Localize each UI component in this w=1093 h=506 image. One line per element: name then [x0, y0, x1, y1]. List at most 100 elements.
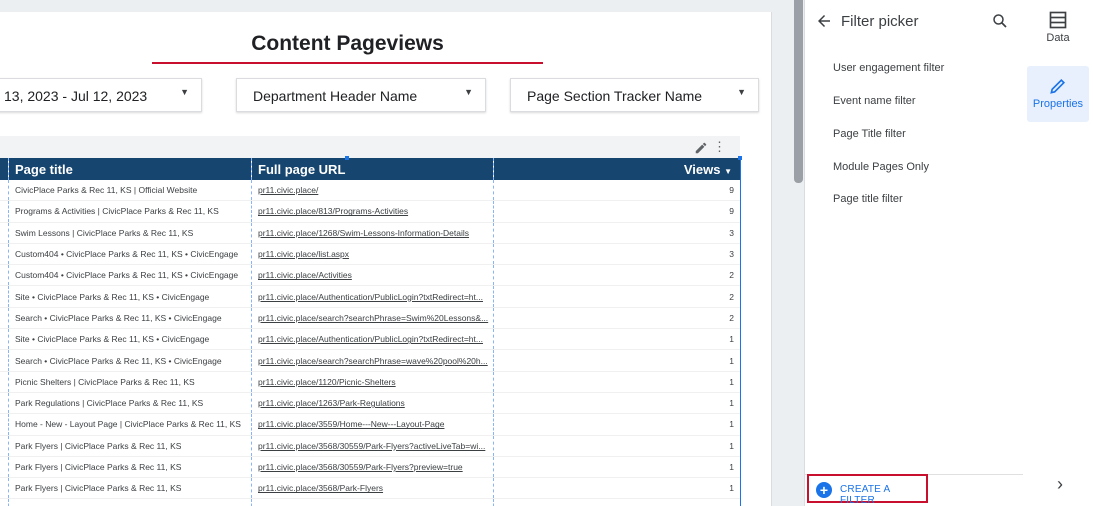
page-section-filter-label: Page Section Tracker Name: [527, 88, 703, 104]
table-row[interactable]: Park Flyers | CivicPlace Parks & Rec 11,…: [0, 435, 740, 457]
report-canvas: Content Pageviews 13, 2023 - Jul 12, 202…: [0, 12, 772, 506]
cell-full-page-url[interactable]: pr11.civic.place/list.aspx: [251, 243, 494, 266]
filter-item-user-engagement[interactable]: User engagement filter: [833, 62, 944, 74]
tab-properties-label: Properties: [1032, 98, 1084, 110]
table-row[interactable]: CivicPlace Parks & Rec 11, KS | Official…: [0, 180, 740, 202]
department-filter-dropdown[interactable]: Department Header Name ▼: [236, 78, 486, 112]
filter-picker-panel: Filter picker User engagement filter Eve…: [804, 0, 1024, 506]
caret-down-icon: ▼: [737, 87, 746, 97]
cell-page-title: Swim Lessons | CivicPlace Parks & Rec 11…: [8, 222, 252, 244]
cell-page-title: Park Flyers | CivicPlace Parks & Rec 11,…: [8, 456, 252, 479]
cell-views: 2: [493, 285, 740, 308]
row-selector-cell: [0, 371, 9, 393]
vertical-scrollbar[interactable]: [794, 0, 803, 183]
create-filter-button[interactable]: + CREATE A FILTER: [807, 474, 928, 506]
tab-properties[interactable]: Properties: [1027, 66, 1089, 122]
caret-down-icon: ▼: [464, 87, 473, 97]
date-range-control[interactable]: 13, 2023 - Jul 12, 2023 ▼: [0, 78, 202, 112]
cell-full-page-url[interactable]: pr11.civic.place/1263/Park-Regulations: [251, 392, 494, 415]
add-circle-icon: +: [816, 482, 832, 498]
cell-full-page-url[interactable]: pr11.civic.place/1268/Swim-Lessons-Infor…: [251, 222, 494, 244]
cell-views: 1: [493, 413, 740, 436]
cell-full-page-url[interactable]: pr11.civic.place/search?searchPhrase=Swi…: [251, 307, 494, 330]
cell-page-title: Custom404 • CivicPlace Parks & Rec 11, K…: [8, 243, 252, 266]
cell-full-page-url[interactable]: pr11.civic.place/3568/30559/Park-Flyers?…: [251, 435, 494, 457]
selection-handle[interactable]: [345, 156, 349, 160]
selection-handle[interactable]: [738, 156, 742, 160]
cell-full-page-url[interactable]: pr11.civic.place/3559/Home---New---Layou…: [251, 413, 494, 436]
row-selector-cell: [0, 307, 9, 330]
cell-views: 2: [493, 264, 740, 287]
page-section-filter-dropdown[interactable]: Page Section Tracker Name ▼: [510, 78, 759, 112]
tab-data[interactable]: Data: [1027, 10, 1089, 54]
title-underline: [152, 62, 543, 64]
create-filter-label: CREATE A FILTER: [840, 484, 890, 506]
row-selector-cell: [0, 477, 9, 500]
table-row[interactable]: Park Regulations | CivicPlace Parks & Re…: [0, 392, 740, 415]
row-selector-cell: [0, 200, 9, 223]
arrow-back-icon[interactable]: [815, 12, 833, 30]
cell-full-page-url[interactable]: pr11.civic.place/Authentication/PublicLo…: [251, 328, 494, 351]
cell-full-page-url[interactable]: pr11.civic.place/3568/30559/Park-Flyers?…: [251, 456, 494, 479]
cell-full-page-url[interactable]: pr11.civic.place/Activities: [251, 264, 494, 287]
cell-full-page-url[interactable]: pr11.civic.place/: [251, 180, 494, 202]
cell-full-page-url[interactable]: pr11.civic.place/813/Programs-Activities: [251, 200, 494, 223]
cell-views: 9: [493, 200, 740, 223]
search-icon[interactable]: [991, 12, 1009, 30]
cell-page-title: Site • CivicPlace Parks & Rec 11, KS • C…: [8, 285, 252, 308]
cell-full-page-url[interactable]: pr11.civic.place/850/Boating: [251, 498, 494, 506]
row-selector-cell: [0, 435, 9, 457]
table-row[interactable]: Site • CivicPlace Parks & Rec 11, KS • C…: [0, 328, 740, 351]
cell-views: 1: [493, 371, 740, 393]
row-selector-header: [0, 158, 9, 180]
filter-item-event-name[interactable]: Event name filter: [833, 95, 916, 107]
cell-views: 3: [493, 243, 740, 266]
cell-page-title: Picnic Shelters | CivicPlace Parks & Rec…: [8, 371, 252, 393]
row-selector-cell: [0, 243, 9, 266]
cell-page-title: Site • CivicPlace Parks & Rec 11, KS • C…: [8, 328, 252, 351]
more-vert-icon[interactable]: ⋮: [713, 140, 726, 154]
column-header-views[interactable]: Views ▼: [493, 158, 740, 180]
cell-full-page-url[interactable]: pr11.civic.place/search?searchPhrase=wav…: [251, 349, 494, 372]
panel-title: Filter picker: [841, 13, 919, 30]
table-toolbar: ⋮: [0, 136, 740, 158]
table-row[interactable]: Swim Lessons | CivicPlace Parks & Rec 11…: [0, 222, 740, 244]
row-selector-cell: [0, 222, 9, 244]
filter-item-page-title-lower[interactable]: Page title filter: [833, 193, 903, 205]
cell-page-title: Home - New - Layout Page | CivicPlace Pa…: [8, 413, 252, 436]
cell-page-title: Search • CivicPlace Parks & Rec 11, KS •…: [8, 307, 252, 330]
cell-page-title: Park Regulations | CivicPlace Parks & Re…: [8, 392, 252, 415]
table-row[interactable]: Search • CivicPlace Parks & Rec 11, KS •…: [0, 349, 740, 372]
row-selector-cell: [0, 328, 9, 351]
table-row[interactable]: Park Flyers | CivicPlace Parks & Rec 11,…: [0, 456, 740, 479]
table-row[interactable]: Programs & Activities | CivicPlace Parks…: [0, 200, 740, 223]
filter-item-module-pages-only[interactable]: Module Pages Only: [833, 161, 929, 173]
cell-full-page-url[interactable]: pr11.civic.place/1120/Picnic-Shelters: [251, 371, 494, 393]
cell-views: 1: [493, 477, 740, 500]
report-title: Content Pageviews: [251, 32, 444, 55]
table-row[interactable]: Site • CivicPlace Parks & Rec 11, KS • C…: [0, 285, 740, 308]
table-row[interactable]: Boating | CivicPlace Parks & Rec 11, KSp…: [0, 498, 740, 506]
table-row[interactable]: Custom404 • CivicPlace Parks & Rec 11, K…: [0, 264, 740, 287]
cell-views: 1: [493, 498, 740, 506]
filter-item-page-title[interactable]: Page Title filter: [833, 128, 906, 140]
pencil-icon[interactable]: [694, 141, 708, 155]
date-range-value: 13, 2023 - Jul 12, 2023: [4, 88, 148, 104]
column-header-full-page-url[interactable]: Full page URL: [251, 158, 494, 180]
cell-views: 1: [493, 435, 740, 457]
cell-full-page-url[interactable]: pr11.civic.place/Authentication/PublicLo…: [251, 285, 494, 308]
table-row[interactable]: Home - New - Layout Page | CivicPlace Pa…: [0, 413, 740, 436]
caret-down-icon: ▼: [180, 87, 189, 97]
cell-views: 2: [493, 307, 740, 330]
cell-page-title: Programs & Activities | CivicPlace Parks…: [8, 200, 252, 223]
table-row[interactable]: Park Flyers | CivicPlace Parks & Rec 11,…: [0, 477, 740, 500]
cell-page-title: CivicPlace Parks & Rec 11, KS | Official…: [8, 180, 252, 202]
column-header-page-title[interactable]: Page title: [8, 158, 252, 180]
table-row[interactable]: Picnic Shelters | CivicPlace Parks & Rec…: [0, 371, 740, 393]
cell-full-page-url[interactable]: pr11.civic.place/3568/Park-Flyers: [251, 477, 494, 500]
table-row[interactable]: Search • CivicPlace Parks & Rec 11, KS •…: [0, 307, 740, 330]
table-row[interactable]: Custom404 • CivicPlace Parks & Rec 11, K…: [0, 243, 740, 266]
views-header-label: Views: [683, 161, 721, 177]
cell-page-title: Boating | CivicPlace Parks & Rec 11, KS: [8, 498, 252, 506]
chevron-right-icon[interactable]: ›: [1057, 474, 1063, 495]
